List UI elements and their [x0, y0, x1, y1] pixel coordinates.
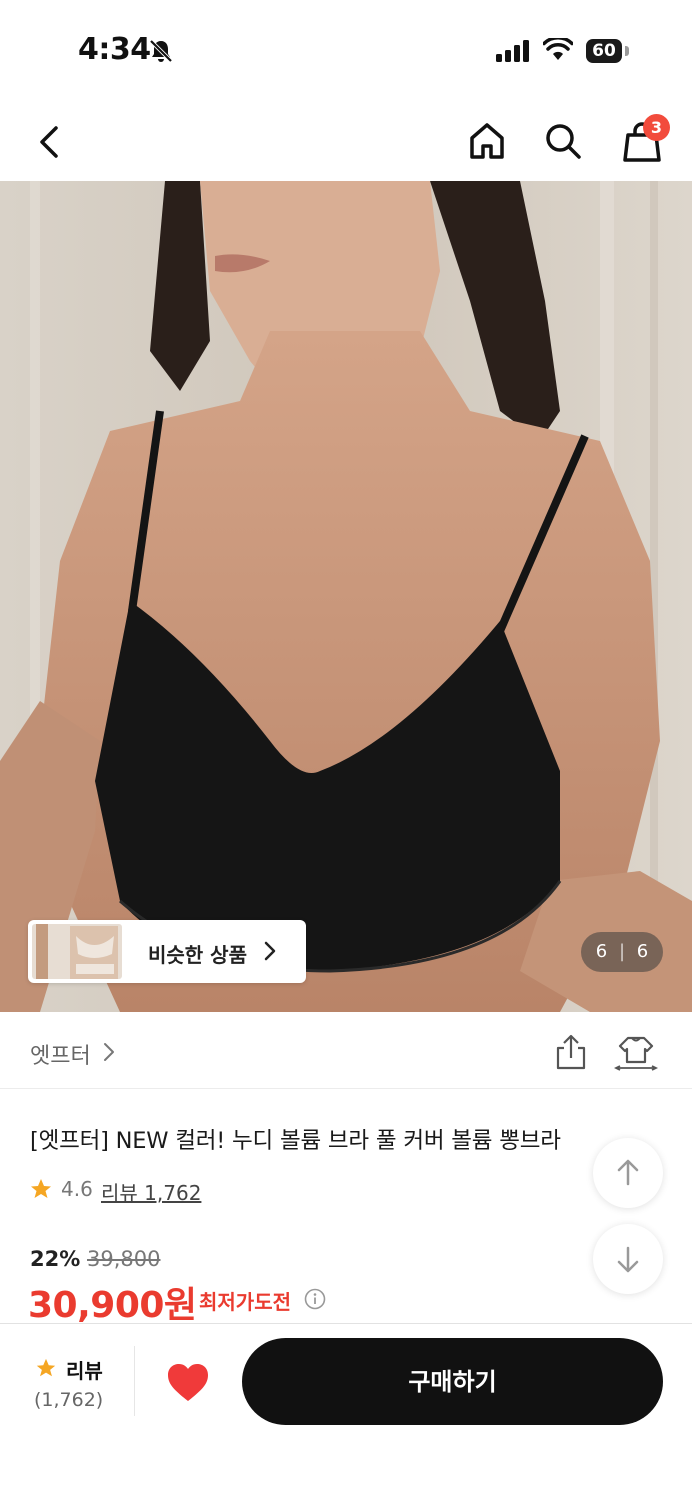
arrow-up-icon — [617, 1159, 639, 1186]
star-icon — [35, 1357, 57, 1383]
image-counter: 6 | 6 — [581, 932, 663, 972]
similar-products-button[interactable]: 비슷한 상품 — [28, 920, 306, 983]
bottom-separator — [134, 1346, 135, 1416]
clothing-fit-icon — [613, 1036, 659, 1071]
home-button[interactable] — [464, 118, 510, 164]
chevron-right-icon — [262, 939, 278, 967]
home-icon — [470, 123, 504, 159]
share-button[interactable] — [552, 1032, 590, 1072]
lowest-price-tag: 최저가도전 — [199, 1290, 291, 1314]
info-icon[interactable] — [304, 1288, 326, 1314]
product-title: [엣프터] NEW 컬러! 누디 볼륨 브라 풀 커버 볼륨 뽕브라 — [30, 1128, 561, 1154]
search-icon — [546, 124, 581, 159]
arrow-down-icon — [617, 1246, 639, 1273]
sale-price: 30,900원 — [28, 1285, 197, 1326]
scroll-top-button[interactable] — [593, 1138, 663, 1208]
counter-current: 6 — [595, 941, 608, 962]
like-button[interactable] — [164, 1360, 212, 1404]
share-icon — [556, 1034, 586, 1070]
battery-icon: 60 — [586, 39, 622, 63]
bottom-bar-divider — [0, 1323, 692, 1324]
bottom-review-count[interactable]: (1,762) — [34, 1389, 103, 1411]
chevron-right-icon — [100, 1040, 118, 1068]
battery-cap — [625, 46, 629, 56]
original-price: 39,800 — [87, 1247, 161, 1271]
counter-separator: | — [618, 941, 626, 962]
similar-products-label: 비슷한 상품 — [148, 943, 247, 967]
product-image[interactable] — [0, 181, 692, 1012]
similar-product-thumbnail — [32, 924, 122, 979]
bell-muted-icon — [148, 38, 174, 68]
section-divider — [0, 1088, 692, 1089]
bottom-review-label[interactable]: 리뷰 — [66, 1355, 103, 1384]
wifi-icon — [542, 36, 574, 66]
try-on-button[interactable] — [613, 1032, 659, 1072]
heart-icon — [168, 1364, 208, 1401]
back-button[interactable] — [28, 120, 72, 164]
status-time: 4:34 — [78, 32, 151, 67]
discount-rate: 22% — [30, 1247, 81, 1271]
search-button[interactable] — [540, 118, 586, 164]
rating-value: 4.6 — [61, 1177, 93, 1201]
cart-count-badge: 3 — [643, 114, 670, 141]
review-count-link[interactable]: 리뷰 1,762 — [101, 1177, 201, 1206]
buy-button[interactable]: 구매하기 — [242, 1338, 663, 1425]
counter-total: 6 — [636, 941, 649, 962]
star-icon — [29, 1177, 53, 1205]
cellular-signal-icon — [496, 40, 532, 66]
seller-name-link[interactable]: 엣프터 — [30, 1038, 91, 1070]
chevron-left-icon — [40, 126, 58, 158]
scroll-bottom-button[interactable] — [593, 1224, 663, 1294]
